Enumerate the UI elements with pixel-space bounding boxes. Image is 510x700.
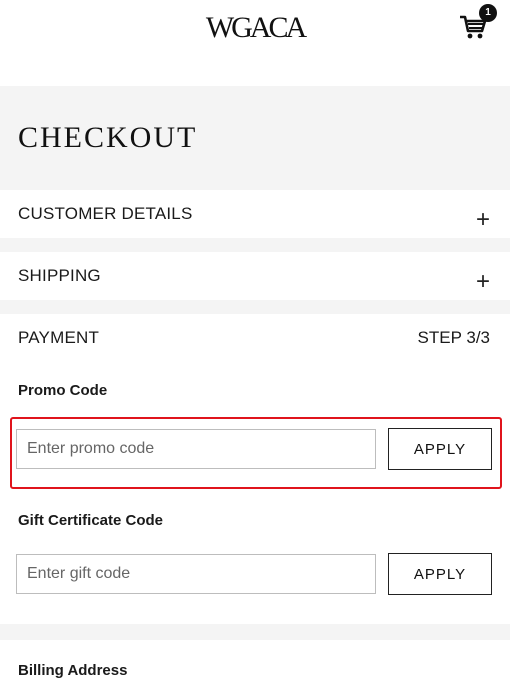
billing-section: Billing Address — [0, 640, 510, 700]
customer-details-label: CUSTOMER DETAILS — [18, 204, 193, 223]
plus-icon[interactable]: + — [476, 208, 490, 232]
cart-button[interactable]: 1 — [458, 4, 498, 46]
shipping-section[interactable]: SHIPPING + — [0, 252, 510, 300]
step-indicator: STEP 3/3 — [417, 328, 490, 347]
customer-details-section[interactable]: CUSTOMER DETAILS + — [0, 190, 510, 238]
payment-label: PAYMENT — [18, 328, 100, 347]
promo-code-input[interactable] — [16, 429, 376, 469]
apply-gift-button[interactable]: APPLY — [388, 553, 492, 595]
plus-icon[interactable]: + — [476, 270, 490, 294]
billing-address-label: Billing Address — [18, 662, 128, 679]
promo-code-label: Promo Code — [18, 382, 108, 399]
site-header: WGACA 1 — [0, 0, 510, 64]
cart-count-badge: 1 — [479, 4, 497, 22]
gift-code-input[interactable] — [16, 554, 376, 594]
brand-logo[interactable]: WGACA — [0, 10, 510, 46]
page-title: CHECKOUT — [18, 121, 198, 154]
gift-certificate-label: Gift Certificate Code — [18, 512, 164, 529]
apply-promo-button[interactable]: APPLY — [388, 428, 492, 470]
shipping-label: SHIPPING — [18, 266, 101, 285]
